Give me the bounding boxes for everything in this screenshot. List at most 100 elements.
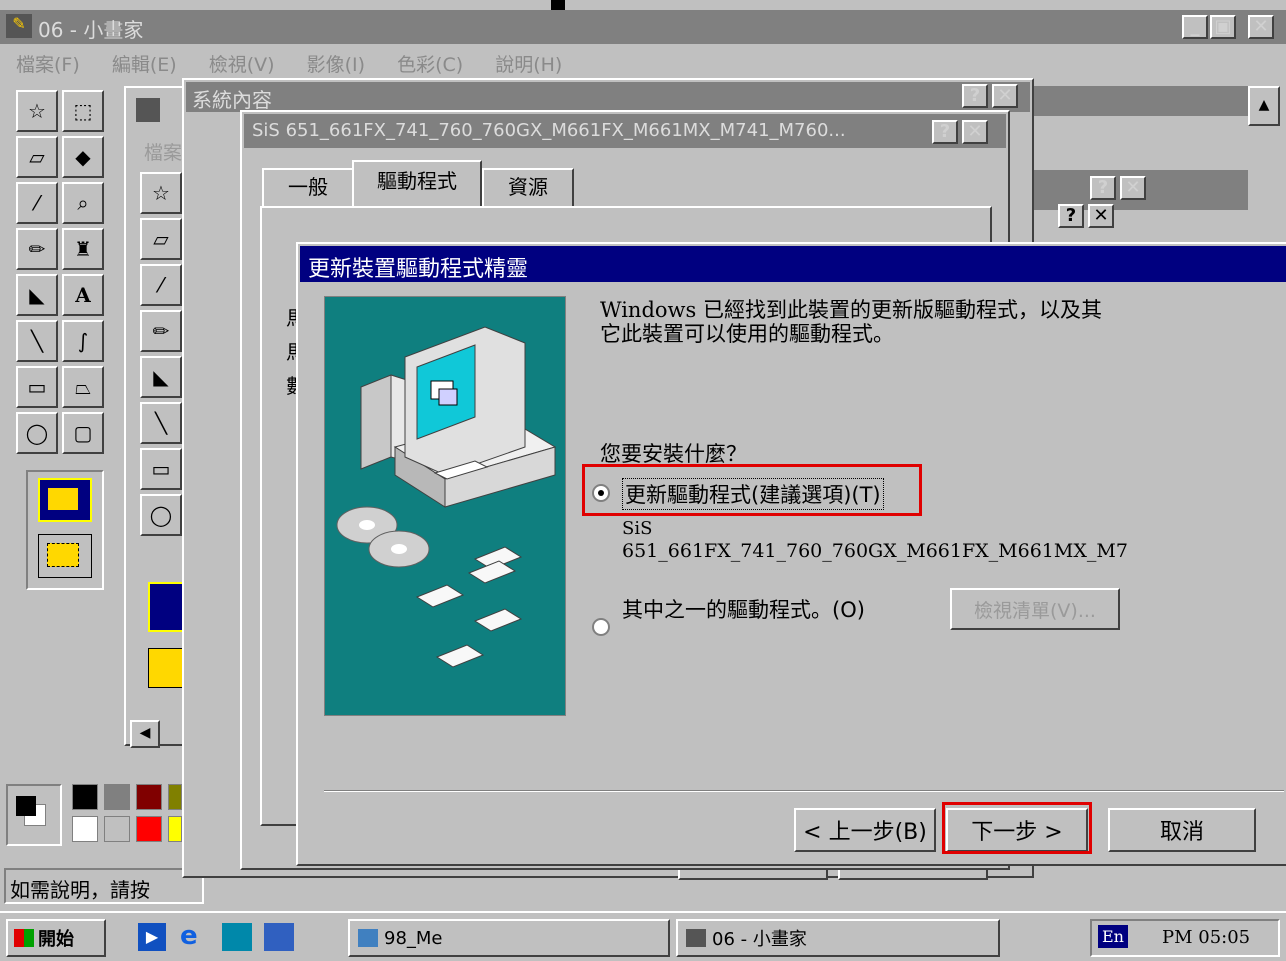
current-colors: [6, 784, 62, 846]
sysprop-close-button[interactable]: ✕: [992, 84, 1018, 108]
status-bar: 如需說明，請按: [4, 868, 204, 904]
swatch-yellow[interactable]: [168, 816, 182, 842]
device-close-button[interactable]: ✕: [962, 120, 988, 144]
update-driver-wizard: 更新裝置驅動程式精靈 Windows 已經找到此裝置的更新版驅動程式，以及其 它…: [296, 242, 1286, 866]
windows-logo-icon: [14, 929, 34, 947]
menu-edit[interactable]: 編輯(E): [112, 54, 177, 76]
brush-icon[interactable]: ♜: [62, 228, 104, 270]
driver-name-line1: SiS: [622, 518, 653, 539]
paint-titlebar[interactable]: ✎ 06 - 小畫家 _ ▣ ✕: [0, 10, 1286, 44]
rect-select-icon[interactable]: ⬚: [62, 90, 104, 132]
bg-help-button-3[interactable]: ?: [1058, 204, 1084, 228]
inner-airbrush-icon[interactable]: ◣: [140, 356, 182, 398]
highlight-update-option: [582, 464, 922, 516]
polygon-icon[interactable]: ⏢: [62, 366, 104, 408]
rounded-rect-icon[interactable]: ▢: [62, 412, 104, 454]
sysprop-titlebar[interactable]: 系統內容 ? ✕: [186, 82, 1030, 112]
outlook-icon[interactable]: [264, 923, 294, 951]
tab-general[interactable]: 一般: [262, 168, 354, 208]
inner-menu-fragment: 檔案: [144, 142, 183, 164]
back-button[interactable]: < 上一步(B): [794, 808, 936, 852]
curve-icon[interactable]: ∫: [62, 320, 104, 362]
tool-options: [26, 470, 104, 590]
minimize-button[interactable]: _: [1182, 15, 1208, 39]
eraser-icon[interactable]: ▱: [16, 136, 58, 178]
radio-other-driver[interactable]: [592, 618, 610, 636]
menu-colors[interactable]: 色彩(C): [397, 54, 463, 76]
inner-line-icon[interactable]: ╲: [140, 402, 182, 444]
device-help-button[interactable]: ?: [932, 120, 958, 144]
menu-file[interactable]: 檔案(F): [16, 54, 80, 76]
taskbar: 開始 ▶ e 98_Me 06 - 小畫家 En PM 05:05: [0, 911, 1286, 961]
ellipse-icon[interactable]: ◯: [16, 412, 58, 454]
inner-rect-icon[interactable]: ▭: [140, 448, 182, 490]
ie-icon[interactable]: e: [180, 921, 210, 951]
wizard-message-line2: 它此裝置可以使用的驅動程式。: [600, 322, 894, 346]
line-icon[interactable]: ╲: [16, 320, 58, 362]
inner-picker-icon[interactable]: ⁄: [140, 264, 182, 306]
bg-close-button-3[interactable]: ✕: [1088, 204, 1114, 228]
tab-driver[interactable]: 驅動程式: [352, 160, 482, 208]
paint-title: 06 - 小畫家: [38, 18, 144, 42]
wizard-illustration: [324, 296, 566, 716]
inner-select-icon[interactable]: ☆: [140, 172, 182, 214]
sysprop-help-button[interactable]: ?: [962, 84, 988, 108]
view-list-button[interactable]: 檢視清單(V)...: [950, 588, 1120, 630]
bg-dialog-titlebar-3: ? ✕: [1030, 202, 1150, 234]
cancel-button[interactable]: 取消: [1108, 808, 1256, 852]
wizard-title: 更新裝置驅動程式精靈: [308, 257, 529, 282]
menu-view[interactable]: 檢視(V): [209, 54, 275, 76]
swatch-silver[interactable]: [104, 816, 130, 842]
inner-paint-icon: [136, 98, 160, 122]
color-picker-icon[interactable]: ⁄: [16, 182, 58, 224]
paint-taskbar-icon: [686, 929, 706, 947]
free-select-icon[interactable]: ☆: [16, 90, 58, 132]
show-desktop-icon[interactable]: ▶: [138, 923, 166, 951]
fill-icon[interactable]: ◆: [62, 136, 104, 178]
swatch-gray[interactable]: [104, 784, 130, 810]
swatch-olive[interactable]: [168, 784, 182, 810]
menu-help[interactable]: 說明(H): [495, 54, 562, 76]
start-button[interactable]: 開始: [6, 919, 106, 957]
scroll-up-arrow-icon[interactable]: ▲: [1248, 86, 1280, 126]
inner-eraser-icon[interactable]: ▱: [140, 218, 182, 260]
device-title: SiS 651_661FX_741_760_760GX_M661FX_M661M…: [252, 120, 846, 141]
tab-resources[interactable]: 資源: [482, 168, 574, 208]
transparent-mode-icon[interactable]: [38, 534, 92, 578]
taskbar-item-paint[interactable]: 06 - 小畫家: [676, 919, 1000, 957]
highlight-next-button: [942, 802, 1092, 854]
rectangle-icon[interactable]: ▭: [16, 366, 58, 408]
magnifier-icon[interactable]: ⌕: [62, 182, 104, 224]
swatch-red[interactable]: [136, 816, 162, 842]
taskbar-item-98me[interactable]: 98_Me: [348, 919, 670, 957]
bg-help-button[interactable]: ?: [1090, 176, 1116, 200]
option-other-label[interactable]: 其中之一的驅動程式。(O): [622, 594, 865, 624]
opaque-mode-icon[interactable]: [38, 478, 92, 522]
inner-pencil-icon[interactable]: ✏: [140, 310, 182, 352]
device-titlebar[interactable]: SiS 651_661FX_741_760_760GX_M661FX_M661M…: [244, 114, 1006, 148]
swatch-maroon[interactable]: [136, 784, 162, 810]
inner-ellipse-icon[interactable]: ◯: [140, 494, 182, 536]
maximize-button[interactable]: ▣: [1210, 15, 1236, 39]
wizard-titlebar[interactable]: 更新裝置驅動程式精靈: [300, 246, 1286, 282]
bg-window-titlebar: [1034, 86, 1248, 116]
sysprop-title: 系統內容: [192, 88, 272, 112]
pencil-icon[interactable]: ✏: [16, 228, 58, 270]
swatch-white[interactable]: [72, 816, 98, 842]
paint-menubar: 檔案(F) 編輯(E) 檢視(V) 影像(I) 色彩(C) 說明(H): [16, 50, 588, 77]
network-icon[interactable]: [222, 923, 252, 951]
close-button[interactable]: ✕: [1248, 15, 1274, 39]
airbrush-icon[interactable]: ◣: [16, 274, 58, 316]
driver-name-line2: 651_661FX_741_760_760GX_M661FX_M661MX_M7: [622, 540, 1128, 562]
folder-search-icon: [358, 929, 378, 947]
palette: [6, 782, 186, 852]
text-icon[interactable]: A: [62, 274, 104, 316]
clock: PM 05:05: [1162, 927, 1251, 948]
menu-image[interactable]: 影像(I): [307, 54, 365, 76]
bg-close-button[interactable]: ✕: [1120, 176, 1146, 200]
inner-scroll-left-icon[interactable]: ◀: [130, 720, 160, 748]
language-indicator[interactable]: En: [1098, 925, 1128, 948]
swatch-black[interactable]: [72, 784, 98, 810]
system-tray: En PM 05:05: [1090, 919, 1280, 957]
computer-illustration-icon: [336, 326, 557, 668]
